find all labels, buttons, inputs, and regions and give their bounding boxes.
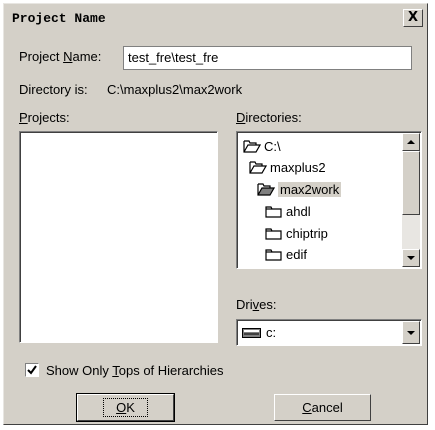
show-tops-label[interactable]: Show Only Tops of Hierarchies — [46, 363, 224, 378]
dir-item-maxplus2[interactable]: maxplus2 — [249, 157, 326, 177]
dir-item-label: C:\ — [264, 138, 281, 154]
dir-item-label: maxplus2 — [270, 159, 326, 175]
open-folder-icon — [257, 183, 275, 196]
chevron-down-icon — [407, 331, 415, 335]
projects-label: Projects: — [19, 110, 70, 125]
dir-item-ahdl[interactable]: ahdl — [265, 201, 311, 221]
scroll-thumb[interactable] — [402, 151, 420, 215]
arrow-down-icon — [407, 256, 415, 260]
scroll-down-button[interactable] — [402, 249, 420, 267]
folder-icon — [265, 206, 282, 218]
arrow-up-icon — [407, 140, 415, 144]
project-name-dialog: Project Name X Project Name: test_fre\te… — [3, 3, 428, 425]
dir-item-label: chiptrip — [286, 225, 328, 241]
dir-item-label: max2work — [278, 181, 342, 197]
open-folder-icon — [249, 161, 267, 174]
scroll-up-button[interactable] — [402, 133, 420, 151]
folder-icon — [265, 249, 282, 261]
open-folder-icon — [243, 140, 261, 153]
dir-item-chiptrip[interactable]: chiptrip — [265, 223, 328, 243]
drives-combobox[interactable]: c: — [236, 319, 422, 346]
directory-path: C:\maxplus2\max2work — [107, 82, 243, 97]
drives-dropdown-button[interactable] — [402, 321, 420, 344]
dir-item-label: ahdl — [286, 203, 311, 219]
project-name-input[interactable]: test_fre\test_fre — [123, 46, 412, 70]
title-bar[interactable]: Project Name X — [6, 6, 425, 32]
directory-label: Directory is: — [19, 82, 88, 97]
folder-icon — [265, 228, 282, 240]
directories-listbox[interactable]: C:\ maxplus2 max2work ahdl chiptrip edif — [236, 131, 422, 269]
close-icon: X — [407, 10, 419, 25]
show-tops-checkbox[interactable] — [25, 363, 39, 377]
dir-item-max2work[interactable]: max2work — [257, 179, 342, 199]
dir-item-label: edif — [286, 246, 307, 262]
dialog-title: Project Name — [12, 11, 106, 26]
dir-item-root[interactable]: C:\ — [243, 136, 281, 156]
drives-value: c: — [266, 325, 277, 340]
close-button[interactable]: X — [403, 9, 423, 27]
directories-scrollbar[interactable] — [402, 133, 420, 267]
ok-button-label: OK — [103, 398, 148, 417]
cancel-button-label: Cancel — [302, 400, 343, 415]
dir-item-edif[interactable]: edif — [265, 244, 307, 264]
projects-listbox[interactable] — [19, 131, 218, 343]
cancel-button[interactable]: Cancel — [274, 394, 371, 421]
checkmark-icon — [27, 365, 37, 375]
drive-icon — [242, 327, 261, 338]
ok-button[interactable]: OK — [76, 393, 175, 422]
drives-label: Drives: — [236, 297, 277, 312]
project-name-label: Project Name: — [19, 49, 102, 64]
directories-label: Directories: — [236, 110, 302, 125]
